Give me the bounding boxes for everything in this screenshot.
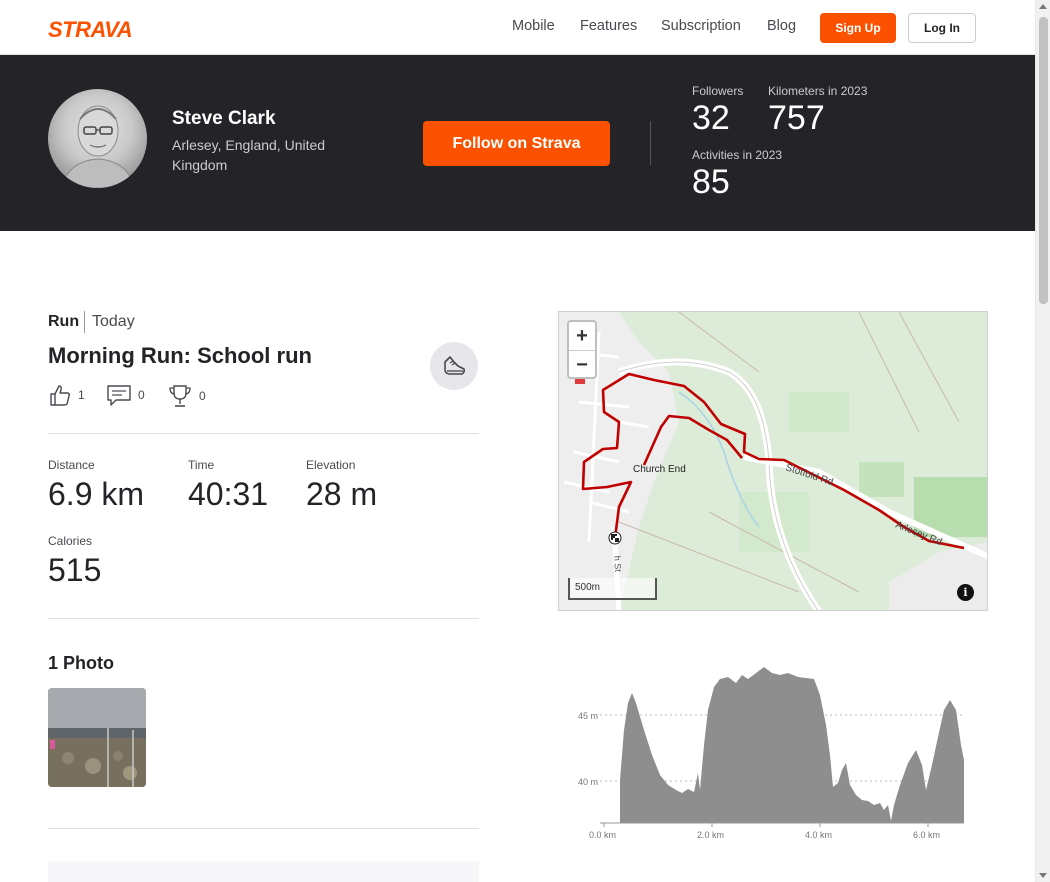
- time-value: 40:31: [188, 476, 269, 512]
- sign-up-button[interactable]: Sign Up: [820, 13, 896, 43]
- gear-shoe-button[interactable]: [430, 342, 478, 390]
- photo-thumbnail-icon: [48, 688, 146, 787]
- activity-type: Run: [48, 313, 80, 330]
- elevation-xtick-4: 4.0 km: [805, 830, 832, 840]
- divider: [650, 121, 651, 165]
- athlete-banner: Steve Clark Arlesey, England, United Kin…: [0, 55, 1035, 231]
- calories-value: 515: [48, 552, 102, 588]
- zoom-control: + −: [567, 320, 597, 379]
- distance-value: 6.9 km: [48, 476, 145, 512]
- divider: [48, 618, 479, 619]
- elevation-ytick-45: 45 m: [578, 711, 598, 721]
- page-scrollbar[interactable]: [1035, 0, 1050, 882]
- distance-label: Distance: [48, 458, 95, 472]
- elevation-label: Elevation: [306, 458, 356, 472]
- calories-label: Calories: [48, 534, 93, 548]
- scroll-up-icon[interactable]: [1039, 4, 1047, 9]
- next-section-card: [48, 861, 479, 882]
- activity-title: Morning Run: School run: [48, 343, 312, 368]
- elevation-metric: Elevation 28 m: [306, 458, 377, 514]
- kilometers-stat: Kilometers in 2023 757: [768, 84, 867, 138]
- photos-heading: 1 Photo: [48, 653, 114, 673]
- nav-link-blog[interactable]: Blog: [767, 18, 796, 34]
- strava-logo[interactable]: STRAVA: [48, 17, 133, 43]
- activity-photo[interactable]: [48, 688, 146, 787]
- map-label-road1: Stotfold Rd: [784, 462, 834, 488]
- kilometers-label: Kilometers in 2023: [768, 84, 868, 98]
- elevation-xtick-2: 2.0 km: [697, 830, 724, 840]
- followers-stat: Followers 32: [692, 84, 743, 138]
- zoom-out-button[interactable]: −: [569, 351, 595, 380]
- thumbs-up-icon: [50, 385, 71, 406]
- nav-link-mobile[interactable]: Mobile: [512, 18, 555, 34]
- nav-link-subscription[interactable]: Subscription: [661, 18, 741, 34]
- shoe-icon: [444, 356, 466, 375]
- distance-metric: Distance 6.9 km: [48, 458, 144, 514]
- map-canvas: Church End Stotfold Rd Arlesey Rd h St: [559, 312, 987, 610]
- comments-button[interactable]: 0: [106, 383, 145, 407]
- followers-value: 32: [692, 99, 730, 137]
- avatar-portrait-icon: [61, 105, 135, 188]
- info-icon[interactable]: i: [957, 584, 974, 601]
- athlete-location: Arlesey, England, United Kingdom: [172, 137, 326, 173]
- divider: [48, 828, 479, 829]
- activities-stat: Activities in 2023 85: [692, 148, 782, 202]
- elevation-xtick-6: 6.0 km: [913, 830, 940, 840]
- kilometers-value: 757: [768, 99, 825, 137]
- divider: [48, 433, 479, 434]
- log-in-button[interactable]: Log In: [908, 13, 976, 43]
- zoom-in-button[interactable]: +: [569, 322, 595, 351]
- scroll-down-icon[interactable]: [1039, 873, 1047, 878]
- top-nav: STRAVA Mobile Features Subscription Blog…: [0, 0, 1035, 55]
- calories-metric: Calories 515: [48, 534, 101, 590]
- avatar[interactable]: [48, 89, 147, 188]
- elevation-xtick-0: 0.0 km: [589, 830, 616, 840]
- time-metric: Time 40:31: [188, 458, 268, 514]
- activities-value: 85: [692, 163, 730, 201]
- map-scale: 500m: [568, 578, 657, 600]
- divider: [84, 311, 85, 333]
- scrollbar-thumb[interactable]: [1039, 17, 1048, 304]
- athlete-name[interactable]: Steve Clark: [172, 108, 276, 130]
- elevation-ytick-40: 40 m: [578, 777, 598, 787]
- map-label-road3: h St: [612, 555, 623, 572]
- followers-label: Followers: [692, 84, 744, 98]
- follow-button[interactable]: Follow on Strava: [423, 121, 610, 166]
- kudos-button[interactable]: 1: [48, 383, 85, 407]
- comments-count: 0: [138, 388, 145, 402]
- activities-label: Activities in 2023: [692, 148, 783, 162]
- time-label: Time: [188, 458, 215, 472]
- nav-link-features[interactable]: Features: [580, 18, 637, 34]
- achievements-count: 0: [199, 389, 206, 403]
- kudos-count: 1: [78, 388, 85, 402]
- elevation-chart[interactable]: 45 m 40 m 0.0 km 2.0 km 4.0 km 6.0 km: [558, 655, 988, 845]
- achievements-button[interactable]: 0: [167, 383, 206, 409]
- elevation-value: 28 m: [306, 476, 378, 512]
- activity-date: Today: [92, 313, 135, 330]
- comment-icon: [107, 385, 131, 406]
- map-label-place: Church End: [633, 464, 686, 475]
- elevation-profile: 45 m 40 m 0.0 km 2.0 km 4.0 km 6.0 km: [578, 667, 964, 840]
- route-map[interactable]: Church End Stotfold Rd Arlesey Rd h St: [558, 311, 988, 611]
- trophy-icon: [169, 385, 191, 407]
